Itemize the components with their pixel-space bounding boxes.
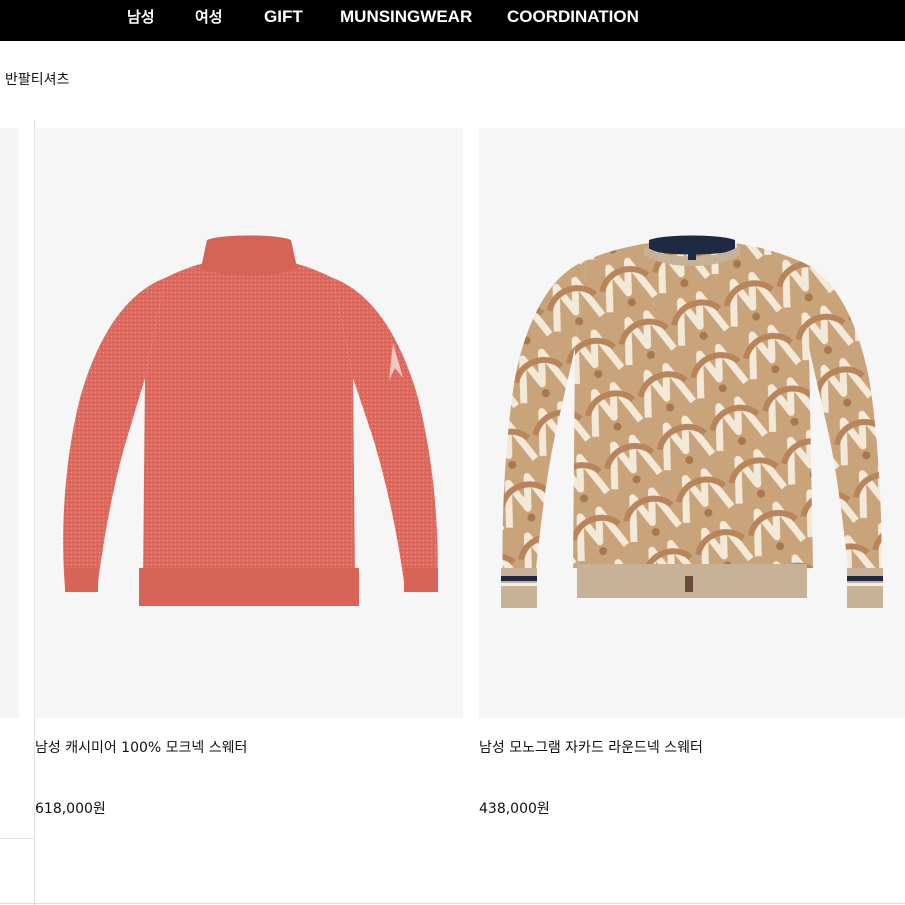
nav-item-men[interactable]: 남성 [127,7,155,27]
nav-item-coordination[interactable]: COORDINATION [507,7,639,27]
product-image-coral-sweater[interactable] [35,128,463,718]
nav-item-gift[interactable]: GIFT [264,7,303,27]
product-image-monogram-sweater[interactable] [479,128,905,718]
category-label[interactable]: 반팔티셔츠 [5,71,69,89]
product-name[interactable]: 남성 캐시미어 100% 모크넥 스웨터 [35,739,247,757]
previous-product-image-partial[interactable] [0,128,19,718]
divider [0,838,34,839]
product-price: 438,000원 [479,801,550,817]
nav-item-munsingwear[interactable]: MUNSINGWEAR [340,7,472,27]
nav-item-women[interactable]: 여성 [195,7,223,27]
product-name[interactable]: 남성 모노그램 자카드 라운드넥 스웨터 [479,739,703,757]
divider [0,903,905,904]
sweater-illustration [501,235,883,608]
sweater-illustration [63,235,438,606]
product-price: 618,000원 [35,801,106,817]
top-navigation: 남성 여성 GIFT MUNSINGWEAR COORDINATION [0,0,905,41]
